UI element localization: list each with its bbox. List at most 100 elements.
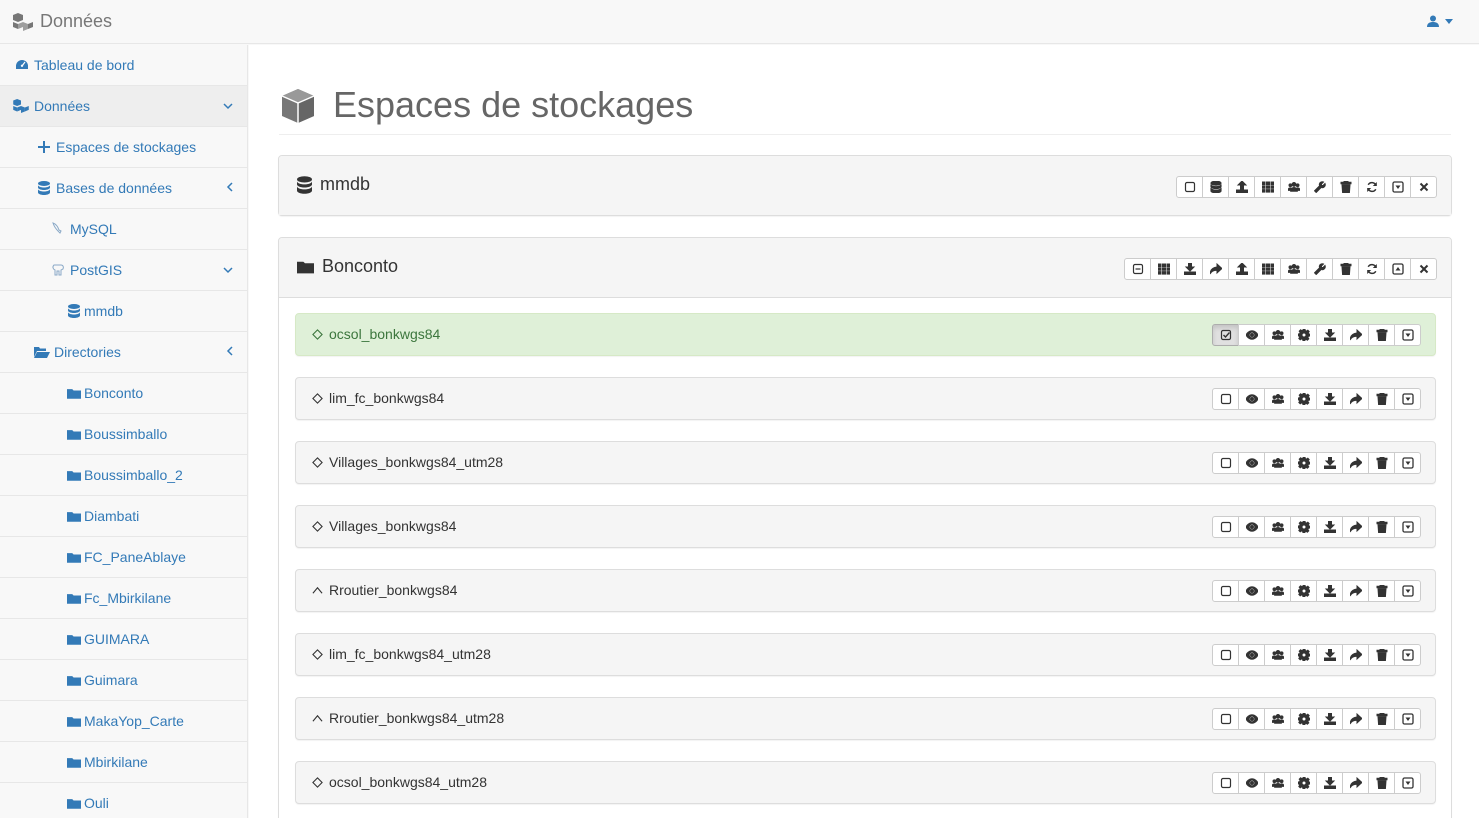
layer-row[interactable]: Villages_bonkwgs84 xyxy=(295,505,1436,548)
trash-button[interactable] xyxy=(1332,258,1359,280)
share-button[interactable] xyxy=(1342,516,1369,538)
share-button[interactable] xyxy=(1342,388,1369,410)
eye-button[interactable] xyxy=(1238,580,1265,602)
download-button[interactable] xyxy=(1316,772,1343,794)
caret-square-down-button[interactable] xyxy=(1394,644,1421,666)
download-button[interactable] xyxy=(1316,708,1343,730)
user-menu[interactable] xyxy=(1427,15,1453,27)
sidebar-item-directories[interactable]: Directories xyxy=(0,332,247,373)
caret-square-down-button[interactable] xyxy=(1394,708,1421,730)
sidebar-item-espaces-de-stockages[interactable]: Espaces de stockages xyxy=(0,127,247,168)
sidebar-item-folder[interactable]: Boussimballo_2 xyxy=(0,455,247,496)
layer-row[interactable]: ocsol_bonkwgs84_utm28 xyxy=(295,761,1436,804)
caret-square-down-button[interactable] xyxy=(1394,772,1421,794)
layer-row[interactable]: Villages_bonkwgs84_utm28 xyxy=(295,441,1436,484)
cog-button[interactable] xyxy=(1290,388,1317,410)
check-square-button[interactable] xyxy=(1212,580,1239,602)
layer-row[interactable]: lim_fc_bonkwgs84_utm28 xyxy=(295,633,1436,676)
download-button[interactable] xyxy=(1316,324,1343,346)
minus-square-button[interactable] xyxy=(1124,258,1151,280)
share-button[interactable] xyxy=(1342,580,1369,602)
upload-button[interactable] xyxy=(1228,258,1255,280)
share-button[interactable] xyxy=(1342,324,1369,346)
sidebar-item-bases-de-donnees[interactable]: Bases de données xyxy=(0,168,247,209)
layer-row[interactable]: ocsol_bonkwgs84 xyxy=(295,313,1436,356)
layer-row[interactable]: lim_fc_bonkwgs84 xyxy=(295,377,1436,420)
users-button[interactable] xyxy=(1264,324,1291,346)
trash-button[interactable] xyxy=(1368,324,1395,346)
share-button[interactable] xyxy=(1202,258,1229,280)
users-button[interactable] xyxy=(1264,772,1291,794)
trash-button[interactable] xyxy=(1368,772,1395,794)
download-button[interactable] xyxy=(1176,258,1203,280)
refresh-button[interactable] xyxy=(1358,258,1385,280)
cog-button[interactable] xyxy=(1290,324,1317,346)
caret-square-up-button[interactable] xyxy=(1384,258,1411,280)
sidebar-item-postgis[interactable]: PostGIS xyxy=(0,250,247,291)
sidebar-item-folder[interactable]: Fc_Mbirkilane xyxy=(0,578,247,619)
share-button[interactable] xyxy=(1342,708,1369,730)
sidebar-item-folder[interactable]: GUIMARA xyxy=(0,619,247,660)
sidebar-item-dashboard[interactable]: Tableau de bord xyxy=(0,45,247,86)
eye-button[interactable] xyxy=(1238,772,1265,794)
cog-button[interactable] xyxy=(1290,452,1317,474)
share-button[interactable] xyxy=(1342,452,1369,474)
download-button[interactable] xyxy=(1316,580,1343,602)
users-button[interactable] xyxy=(1264,516,1291,538)
check-square-button[interactable] xyxy=(1212,772,1239,794)
sidebar-item-donnees[interactable]: Données xyxy=(0,86,247,127)
caret-square-down-button[interactable] xyxy=(1394,580,1421,602)
download-button[interactable] xyxy=(1316,452,1343,474)
check-square-button[interactable] xyxy=(1212,388,1239,410)
grid-button[interactable] xyxy=(1254,176,1281,198)
sidebar-item-mmdb[interactable]: mmdb xyxy=(0,291,247,332)
trash-button[interactable] xyxy=(1368,580,1395,602)
caret-square-down-button[interactable] xyxy=(1394,452,1421,474)
cog-button[interactable] xyxy=(1290,516,1317,538)
caret-square-down-button[interactable] xyxy=(1394,324,1421,346)
check-square-button[interactable] xyxy=(1212,644,1239,666)
download-button[interactable] xyxy=(1316,516,1343,538)
cog-button[interactable] xyxy=(1290,644,1317,666)
eye-button[interactable] xyxy=(1238,324,1265,346)
layer-row[interactable]: Rroutier_bonkwgs84 xyxy=(295,569,1436,612)
sidebar-item-folder[interactable]: Boussimballo xyxy=(0,414,247,455)
trash-button[interactable] xyxy=(1368,388,1395,410)
caret-square-down-button[interactable] xyxy=(1394,388,1421,410)
sidebar-item-mysql[interactable]: MySQL xyxy=(0,209,247,250)
download-button[interactable] xyxy=(1316,644,1343,666)
sidebar-item-folder[interactable]: Guimara xyxy=(0,660,247,701)
users-button[interactable] xyxy=(1264,644,1291,666)
sidebar-item-folder[interactable]: MakaYop_Carte xyxy=(0,701,247,742)
cog-button[interactable] xyxy=(1290,708,1317,730)
eye-button[interactable] xyxy=(1238,708,1265,730)
users-button[interactable] xyxy=(1280,258,1307,280)
sidebar-item-folder[interactable]: FC_PaneAblaye xyxy=(0,537,247,578)
share-button[interactable] xyxy=(1342,772,1369,794)
users-button[interactable] xyxy=(1280,176,1307,198)
database-button[interactable] xyxy=(1202,176,1229,198)
grid-button[interactable] xyxy=(1254,258,1281,280)
upload-button[interactable] xyxy=(1228,176,1255,198)
grid-button[interactable] xyxy=(1150,258,1177,280)
check-square-button[interactable] xyxy=(1212,708,1239,730)
eye-button[interactable] xyxy=(1238,516,1265,538)
refresh-button[interactable] xyxy=(1358,176,1385,198)
close-button[interactable] xyxy=(1410,176,1437,198)
check-square-button[interactable] xyxy=(1212,516,1239,538)
eye-button[interactable] xyxy=(1238,644,1265,666)
trash-button[interactable] xyxy=(1368,708,1395,730)
caret-square-down-button[interactable] xyxy=(1384,176,1411,198)
layer-row[interactable]: Rroutier_bonkwgs84_utm28 xyxy=(295,697,1436,740)
share-button[interactable] xyxy=(1342,644,1369,666)
wrench-button[interactable] xyxy=(1306,176,1333,198)
brand[interactable]: Données xyxy=(12,11,112,32)
caret-square-down-button[interactable] xyxy=(1394,516,1421,538)
eye-button[interactable] xyxy=(1238,452,1265,474)
download-button[interactable] xyxy=(1316,388,1343,410)
sidebar-item-folder[interactable]: Mbirkilane xyxy=(0,742,247,783)
close-button[interactable] xyxy=(1410,258,1437,280)
check-square-button[interactable] xyxy=(1176,176,1203,198)
sidebar-item-folder[interactable]: Diambati xyxy=(0,496,247,537)
eye-button[interactable] xyxy=(1238,388,1265,410)
